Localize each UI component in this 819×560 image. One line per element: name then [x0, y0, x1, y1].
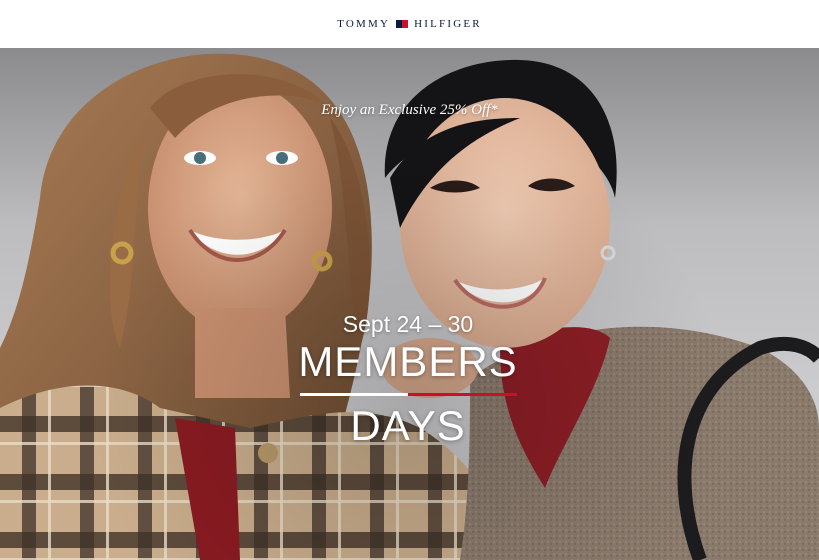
- site-header: TOMMY HILFIGER: [0, 0, 819, 48]
- two-smiling-women-photo-icon: [0, 48, 819, 560]
- brand-logo[interactable]: TOMMY HILFIGER: [337, 18, 482, 30]
- headline-divider: [300, 393, 517, 396]
- event-dates: Sept 24 – 30: [342, 311, 474, 337]
- hero-banner[interactable]: Enjoy an Exclusive 25% Off* Sept 24 – 30…: [0, 48, 819, 560]
- page: TOMMY HILFIGER Enjoy an Exclusive 25% Of…: [0, 0, 819, 560]
- logo-text-tommy: TOMMY: [337, 18, 391, 30]
- logo-text-hilfiger: HILFIGER: [414, 18, 482, 30]
- flag-icon: [396, 20, 409, 28]
- headline-days: DAYS: [350, 402, 466, 449]
- promo-text: Enjoy an Exclusive 25% Off*: [321, 102, 498, 118]
- headline-members: MEMBERS: [298, 338, 518, 385]
